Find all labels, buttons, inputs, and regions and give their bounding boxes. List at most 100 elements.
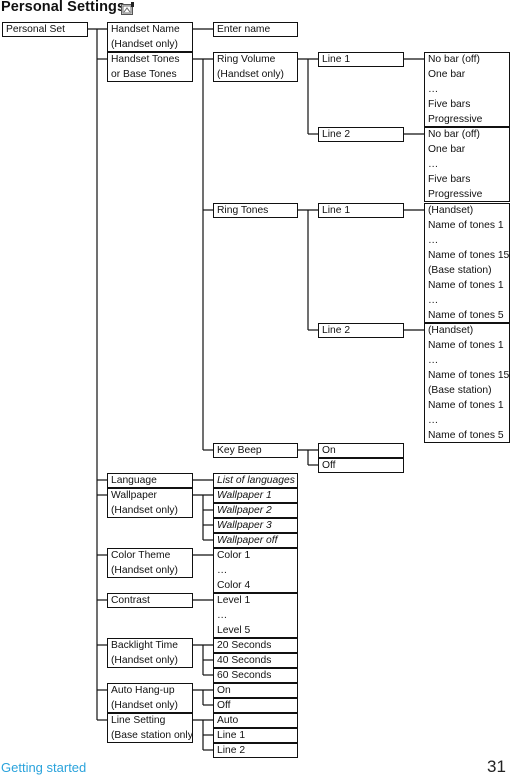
menu-item-text: Line 2 — [322, 325, 351, 336]
menu-item-rv-line2: Line 2 — [318, 127, 404, 142]
menu-item-backlight-60: 60 Seconds — [213, 668, 298, 683]
menu-item-text: (Handset) — [428, 205, 474, 216]
menu-item-text: Progressive — [428, 189, 483, 200]
menu-item-text: Level 1 — [217, 595, 251, 606]
menu-item-text: Line Setting — [111, 715, 166, 726]
menu-item-line-setting: Line Setting (Base station only) — [107, 713, 193, 743]
menu-item-text: Contrast — [111, 595, 150, 606]
menu-item-text: Name of tones 1 — [428, 280, 504, 291]
menu-item-text: (Handset only) — [111, 565, 178, 576]
menu-item-text: or Base Tones — [111, 69, 177, 80]
menu-item-text: Language — [111, 475, 157, 486]
menu-item-text: Wallpaper 3 — [217, 520, 272, 531]
menu-item-text: Wallpaper — [111, 490, 157, 501]
menu-item-text: Off — [322, 460, 336, 471]
menu-item-text: Color Theme — [111, 550, 171, 561]
menu-item-backlight-40: 40 Seconds — [213, 653, 298, 668]
menu-item-text: Line 1 — [322, 54, 351, 65]
menu-item-text: … — [428, 235, 439, 246]
menu-item-text: … — [217, 610, 228, 621]
menu-item-text: (Base station) — [428, 265, 492, 276]
menu-item-text: Color 4 — [217, 580, 251, 591]
menu-item-text: Wallpaper off — [217, 535, 278, 546]
menu-item-text: 20 Seconds — [217, 640, 272, 651]
menu-item-text: Personal Set — [6, 24, 65, 35]
menu-item-auto-hangup-off: Off — [213, 698, 298, 713]
menu-item-text: Name of tones 5 — [428, 310, 504, 321]
menu-item-text: Name of tones 1 — [428, 340, 504, 351]
menu-item-text: Wallpaper 1 — [217, 490, 272, 501]
footer-section-title: Getting started — [1, 760, 87, 775]
menu-item-text: … — [428, 159, 439, 170]
menu-item-text: (Handset only) — [111, 39, 178, 50]
menu-item-text: Ring Volume — [217, 54, 276, 65]
menu-item-rv-line2-opts: No bar (off) One bar … Five bars Progressive — [424, 127, 510, 202]
menu-item-text: (Base station only) — [111, 730, 193, 741]
menu-item-text: Name of tones 5 — [428, 430, 504, 441]
menu-item-text: Line 2 — [217, 745, 246, 756]
menu-item-text: (Handset only) — [217, 69, 284, 80]
menu-item-text: Color 1 — [217, 550, 251, 561]
menu-item-text: (Handset only) — [111, 655, 178, 666]
menu-item-color-opts: Color 1 … Color 4 — [213, 548, 298, 593]
menu-item-text: Wallpaper 2 — [217, 505, 272, 516]
menu-item-line-setting-line2: Line 2 — [213, 743, 298, 758]
menu-item-enter-name: Enter name — [213, 22, 298, 37]
menu-item-key-beep-on: On — [318, 443, 404, 458]
menu-item-text: Five bars — [428, 174, 471, 185]
menu-item-text: Line 2 — [322, 129, 351, 140]
menu-item-text: … — [217, 565, 228, 576]
menu-item-text: Name of tones 15 — [428, 370, 510, 381]
menu-item-wallpaper-2: Wallpaper 2 — [213, 503, 298, 518]
menu-item-text: (Handset) — [428, 325, 474, 336]
menu-item-text: Progressive — [428, 114, 483, 125]
menu-item-text: Name of tones 15 — [428, 250, 510, 261]
menu-item-rt-line1: Line 1 — [318, 203, 404, 218]
menu-item-text: Line 1 — [322, 205, 351, 216]
menu-item-contrast-opts: Level 1 … Level 5 — [213, 593, 298, 638]
menu-item-root: Personal Set — [2, 22, 88, 37]
menu-item-text: Key Beep — [217, 445, 262, 456]
menu-item-rt-line1-opts: (Handset) Name of tones 1 … Name of tones 1… — [424, 203, 510, 323]
menu-item-text: Off — [217, 700, 231, 711]
menu-item-text: Name of tones 1 — [428, 400, 504, 411]
menu-item-text: On — [322, 445, 336, 456]
menu-item-text: Auto — [217, 715, 239, 726]
menu-item-text: 40 Seconds — [217, 655, 272, 666]
menu-item-wallpaper-3: Wallpaper 3 — [213, 518, 298, 533]
menu-item-text: (Handset only) — [111, 700, 178, 711]
menu-item-text: … — [428, 84, 439, 95]
menu-item-key-beep-off: Off — [318, 458, 404, 473]
menu-item-text: Line 1 — [217, 730, 246, 741]
menu-item-text: (Base station) — [428, 385, 492, 396]
menu-item-wallpaper-off: Wallpaper off — [213, 533, 298, 548]
menu-item-language-list: List of languages — [213, 473, 298, 488]
menu-item-text: Handset Name — [111, 24, 180, 35]
menu-item-text: … — [428, 355, 439, 366]
menu-item-text: Ring Tones — [217, 205, 269, 216]
page-number: 31 — [487, 757, 506, 776]
menu-item-wallpaper-1: Wallpaper 1 — [213, 488, 298, 503]
menu-item-line-setting-line1: Line 1 — [213, 728, 298, 743]
menu-item-text: Enter name — [217, 24, 271, 35]
menu-item-text: Backlight Time — [111, 640, 178, 651]
menu-item-text: … — [428, 415, 439, 426]
menu-item-ring-tones: Ring Tones — [213, 203, 298, 218]
menu-item-text: Handset Tones — [111, 54, 180, 65]
menu-item-rv-line1: Line 1 — [318, 52, 404, 67]
menu-item-contrast: Contrast — [107, 593, 193, 608]
menu-item-backlight: Backlight Time (Handset only) — [107, 638, 193, 668]
menu-item-text: Name of tones 1 — [428, 220, 504, 231]
menu-item-backlight-20: 20 Seconds — [213, 638, 298, 653]
menu-item-auto-hangup-on: On — [213, 683, 298, 698]
menu-item-text: One bar — [428, 69, 466, 80]
menu-item-text: … — [428, 295, 439, 306]
menu-item-ring-volume: Ring Volume (Handset only) — [213, 52, 298, 82]
menu-item-text: One bar — [428, 144, 466, 155]
menu-item-language: Language — [107, 473, 193, 488]
menu-item-rt-line2: Line 2 — [318, 323, 404, 338]
menu-item-text: 60 Seconds — [217, 670, 272, 681]
menu-item-auto-hangup: Auto Hang-up (Handset only) — [107, 683, 193, 713]
menu-item-text: No bar (off) — [428, 129, 480, 140]
menu-item-handset-name: Handset Name (Handset only) — [107, 22, 193, 52]
